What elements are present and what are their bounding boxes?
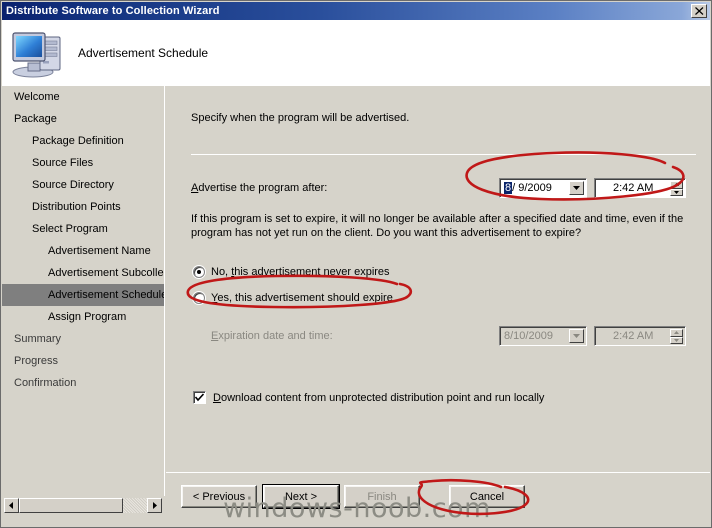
advertise-after-label: Advertise the program after: — [191, 182, 327, 194]
expiration-date-value: 8/10/2009 — [504, 330, 553, 342]
scrollbar-thumb[interactable] — [19, 498, 123, 513]
sidebar-item-package-definition[interactable]: Package Definition — [2, 130, 164, 152]
wizard-step-list: Welcome Package Package Definition Sourc… — [2, 86, 165, 496]
sidebar-item-distribution-points[interactable]: Distribution Points — [2, 196, 164, 218]
footer-divider — [166, 472, 710, 473]
expire-question-text: If this program is set to expire, it wil… — [191, 213, 684, 239]
sidebar-horizontal-scrollbar[interactable] — [4, 498, 162, 513]
chevron-down-icon — [573, 334, 580, 338]
sidebar-item-source-directory[interactable]: Source Directory — [2, 174, 164, 196]
spinner-up-icon[interactable] — [670, 329, 683, 337]
expiration-time-field[interactable]: 2:42 AM — [594, 326, 686, 346]
expiration-row: Expiration date and time: 8/10/2009 2:42… — [191, 326, 701, 348]
wizard-header: Advertisement Schedule — [2, 20, 710, 86]
previous-button[interactable]: < Previous — [181, 485, 257, 508]
wizard-content-pane: Specify when the program will be adverti… — [166, 86, 710, 471]
advertise-date-selected-part: 8 — [504, 182, 513, 194]
close-button[interactable] — [691, 4, 707, 18]
radio-no-rest: his advertisement never expires — [234, 266, 390, 278]
close-icon — [694, 7, 703, 15]
window-title: Distribute Software to Collection Wizard — [6, 5, 220, 17]
advertise-after-row: Advertise the program after: 8/ 9/2009 2… — [191, 178, 701, 200]
spinner-down-icon[interactable] — [670, 188, 683, 196]
wizard-button-bar: < Previous Next > Finish Cancel — [166, 479, 710, 519]
wizard-body: Welcome Package Package Definition Sourc… — [2, 86, 710, 527]
sidebar-item-advertisement-name[interactable]: Advertisement Name — [2, 240, 164, 262]
scrollbar-track[interactable] — [19, 498, 147, 513]
advertise-time-spinner[interactable] — [670, 181, 683, 196]
spinner-up-icon[interactable] — [670, 181, 683, 189]
expiration-date-dropdown-button[interactable] — [569, 329, 584, 343]
sidebar-item-summary[interactable]: Summary — [2, 328, 164, 350]
intro-text: Specify when the program will be adverti… — [191, 112, 410, 124]
next-button[interactable]: Next > — [262, 484, 340, 509]
download-content-checkbox[interactable] — [193, 391, 206, 404]
spinner-down-icon[interactable] — [670, 336, 683, 344]
sidebar-item-progress[interactable]: Progress — [2, 350, 164, 372]
computer-icon — [12, 32, 61, 78]
advertise-after-label-rest: dvertise the program after: — [198, 182, 328, 194]
radio-no-prefix: No, — [211, 266, 232, 278]
advertise-time-field[interactable]: 2:42 AM — [594, 178, 686, 198]
sidebar-item-source-files[interactable]: Source Files — [2, 152, 164, 174]
expiration-label: Expiration date and time: — [211, 330, 333, 342]
wizard-window: Distribute Software to Collection Wizard — [0, 0, 712, 528]
download-rest: ownload content from unprotected distrib… — [220, 391, 545, 404]
radio-should-expire[interactable]: Yes, this advertisement should expire — [193, 292, 393, 304]
cancel-button[interactable]: Cancel — [449, 485, 525, 508]
download-accel: D — [213, 391, 221, 404]
scroll-right-arrow-icon[interactable] — [147, 498, 162, 513]
chevron-down-icon — [573, 186, 580, 190]
advertise-time-value: 2:42 AM — [613, 182, 654, 194]
page-title: Advertisement Schedule — [78, 46, 209, 60]
content-divider — [191, 154, 696, 155]
radio-yes-rest: es, this advertisement should expire — [217, 292, 393, 304]
radio-never-expires-indicator[interactable] — [193, 266, 205, 278]
expiration-date-field[interactable]: 8/10/2009 — [499, 326, 587, 346]
advertise-date-dropdown-button[interactable] — [569, 181, 584, 195]
sidebar-item-advertisement-schedule[interactable]: Advertisement Schedule — [2, 284, 164, 306]
radio-should-expire-indicator[interactable] — [193, 292, 205, 304]
checkmark-icon — [195, 393, 204, 402]
sidebar-item-advertisement-subcollection[interactable]: Advertisement Subcollec — [2, 262, 164, 284]
expiration-time-value: 2:42 AM — [613, 330, 654, 342]
expiration-label-rest: xpiration date and time: — [218, 330, 333, 342]
finish-button: Finish — [344, 485, 420, 508]
advertise-date-field[interactable]: 8/ 9/2009 — [499, 178, 587, 198]
sidebar-item-confirmation[interactable]: Confirmation — [2, 372, 164, 394]
download-content-label: Download content from unprotected distri… — [213, 392, 544, 404]
title-bar: Distribute Software to Collection Wizard — [2, 2, 710, 20]
radio-never-expires-label: No, this advertisement never expires — [211, 266, 390, 278]
expiration-time-spinner[interactable] — [670, 329, 683, 344]
sidebar-item-package[interactable]: Package — [2, 108, 164, 130]
scroll-left-arrow-icon[interactable] — [4, 498, 19, 513]
advertise-date-rest: / 9/2009 — [512, 182, 552, 194]
sidebar-item-select-program[interactable]: Select Program — [2, 218, 164, 240]
download-content-checkbox-row[interactable]: Download content from unprotected distri… — [193, 391, 544, 404]
sidebar-item-welcome[interactable]: Welcome — [2, 86, 164, 108]
radio-never-expires[interactable]: No, this advertisement never expires — [193, 266, 390, 278]
radio-should-expire-label: Yes, this advertisement should expire — [211, 292, 393, 304]
sidebar-item-assign-program[interactable]: Assign Program — [2, 306, 164, 328]
